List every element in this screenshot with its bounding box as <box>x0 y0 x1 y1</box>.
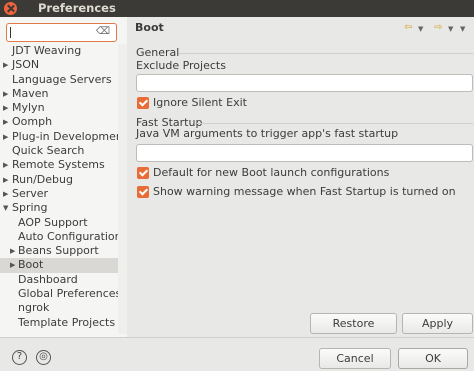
forward-arrow-icon[interactable]: ⇨ <box>434 22 442 33</box>
tree-item[interactable]: Dashboard <box>0 273 118 287</box>
forward-menu-chevron-icon[interactable]: ▼ <box>448 25 453 33</box>
tree-item-label: Template Projects <box>18 315 116 329</box>
close-window-icon[interactable] <box>4 2 17 15</box>
tree-item-label: Boot <box>18 258 44 272</box>
tree-item[interactable]: Language Servers <box>0 73 118 87</box>
collapsed-arrow-icon[interactable]: ▶ <box>3 130 8 144</box>
fast-startup-group-border <box>197 123 473 124</box>
exclude-projects-label: Exclude Projects <box>136 59 226 72</box>
tree-item[interactable]: ▶ JSON <box>0 58 118 72</box>
apply-button[interactable]: Apply <box>402 313 473 334</box>
tree-item[interactable]: ▶ Run/Debug <box>0 173 118 187</box>
preference-page: Boot ⇦ ▼ ⇨ ▼ ▼ General Exclude Projects … <box>127 17 474 349</box>
help-icon[interactable]: ? <box>12 350 27 365</box>
tree-item[interactable]: ▶ Remote Systems <box>0 158 118 172</box>
filter-input[interactable]: ⌫ <box>6 23 117 42</box>
jvm-args-label: Java VM arguments to trigger app's fast … <box>136 127 399 140</box>
tree-item[interactable]: JDT Weaving <box>0 44 118 58</box>
tree-item[interactable]: ▶ Maven <box>0 87 118 101</box>
tree-item[interactable]: Quick Search <box>0 144 118 158</box>
window-title: Preferences <box>38 1 116 15</box>
tree-item-label: Dashboard <box>18 272 78 286</box>
ignore-silent-exit-checkbox[interactable] <box>137 97 149 109</box>
collapsed-arrow-icon[interactable]: ▶ <box>10 244 15 258</box>
collapsed-arrow-icon[interactable]: ▶ <box>10 258 15 272</box>
back-menu-chevron-icon[interactable]: ▼ <box>418 25 423 33</box>
tree-item-label: Global Preferences Cu <box>18 287 118 301</box>
back-arrow-icon[interactable]: ⇦ <box>404 22 412 33</box>
restore-defaults-button[interactable]: Restore Defaults <box>310 313 397 349</box>
default-new-launch-label[interactable]: Default for new Boot launch configuratio… <box>153 166 389 179</box>
collapsed-arrow-icon[interactable]: ▶ <box>3 158 8 172</box>
collapsed-arrow-icon[interactable]: ▶ <box>3 87 8 101</box>
tree-item[interactable]: ▶ Beans Support <box>0 244 118 258</box>
exclude-projects-input[interactable] <box>136 74 473 92</box>
tree-item-label: Server <box>12 186 49 200</box>
tree-item[interactable]: AOP Support <box>0 216 118 230</box>
collapsed-arrow-icon[interactable]: ▶ <box>3 187 8 201</box>
show-warning-label[interactable]: Show warning message when Fast Startup i… <box>153 185 456 198</box>
tree-item-label: Beans Support <box>18 244 99 258</box>
ok-button[interactable]: OK <box>398 348 468 369</box>
tree-item[interactable]: Auto Configuration <box>0 230 118 244</box>
page-title: Boot <box>135 21 164 34</box>
collapsed-arrow-icon[interactable]: ▶ <box>3 173 8 187</box>
preferences-tree-panel: ⌫ JDT Weaving ▶ JSON Language Servers ▶ Maven… <box>0 17 127 337</box>
tree-item[interactable]: Global Preferences Cu <box>0 287 118 301</box>
tree-item-label: Run/Debug <box>12 172 73 186</box>
collapsed-arrow-icon[interactable]: ▶ <box>3 115 8 129</box>
jvm-args-input[interactable] <box>136 144 473 162</box>
tree-item-label: Auto Configuration <box>18 229 118 243</box>
tree-item-label: Spring <box>12 201 48 215</box>
tree-item[interactable]: ▶ Boot <box>0 258 118 273</box>
tree-item-label: Language Servers <box>12 72 112 86</box>
collapsed-arrow-icon[interactable]: ▶ <box>3 58 8 72</box>
tree-item-label: ngrok <box>18 301 50 315</box>
tree-item-label: Remote Systems <box>12 158 105 172</box>
tree-item-label: Mylyn <box>12 101 45 115</box>
tree-item-label: Quick Search <box>12 144 85 158</box>
default-new-launch-checkbox[interactable] <box>137 167 149 179</box>
general-group-border <box>179 53 473 54</box>
tree-item[interactable]: ▶ Mylyn <box>0 101 118 115</box>
import-export-icon[interactable]: ◎ <box>36 350 51 365</box>
ignore-silent-exit-label[interactable]: Ignore Silent Exit <box>153 96 247 109</box>
tree-item-label: Oomph <box>12 115 53 129</box>
collapsed-arrow-icon[interactable]: ▶ <box>3 101 8 115</box>
tree-item[interactable]: ▶ Server <box>0 187 118 201</box>
view-menu-chevron-icon[interactable]: ▼ <box>460 25 465 33</box>
preferences-tree: JDT Weaving ▶ JSON Language Servers ▶ Maven ▶ M… <box>0 44 118 330</box>
tree-item[interactable]: ▶ Plug-in Development <box>0 130 118 144</box>
text-caret <box>10 27 11 38</box>
expanded-arrow-icon[interactable]: ▼ <box>3 201 8 215</box>
tree-scrollbar[interactable] <box>118 44 127 334</box>
tree-item-label: JDT Weaving <box>12 44 82 57</box>
show-warning-checkbox[interactable] <box>137 186 149 198</box>
clear-filter-icon[interactable]: ⌫ <box>96 26 110 37</box>
general-group-label: General <box>136 46 180 59</box>
tree-item-label: JSON <box>12 58 40 72</box>
tree-item[interactable]: Template Projects <box>0 316 118 330</box>
tree-item-label: Plug-in Development <box>12 129 118 143</box>
dialog-footer: ? ◎ Cancel OK <box>0 337 474 371</box>
tree-item[interactable]: ▼ Spring <box>0 201 118 215</box>
history-navigation: ⇦ ▼ ⇨ ▼ ▼ <box>404 22 466 36</box>
tree-item-label: Maven <box>12 86 49 100</box>
cancel-button[interactable]: Cancel <box>319 348 391 369</box>
tree-item-label: AOP Support <box>18 215 88 229</box>
tree-item[interactable]: ▶ Oomph <box>0 115 118 129</box>
page-header: Boot ⇦ ▼ ⇨ ▼ ▼ <box>127 17 474 41</box>
tree-item[interactable]: ngrok <box>0 301 118 315</box>
title-bar: Preferences <box>0 0 474 17</box>
